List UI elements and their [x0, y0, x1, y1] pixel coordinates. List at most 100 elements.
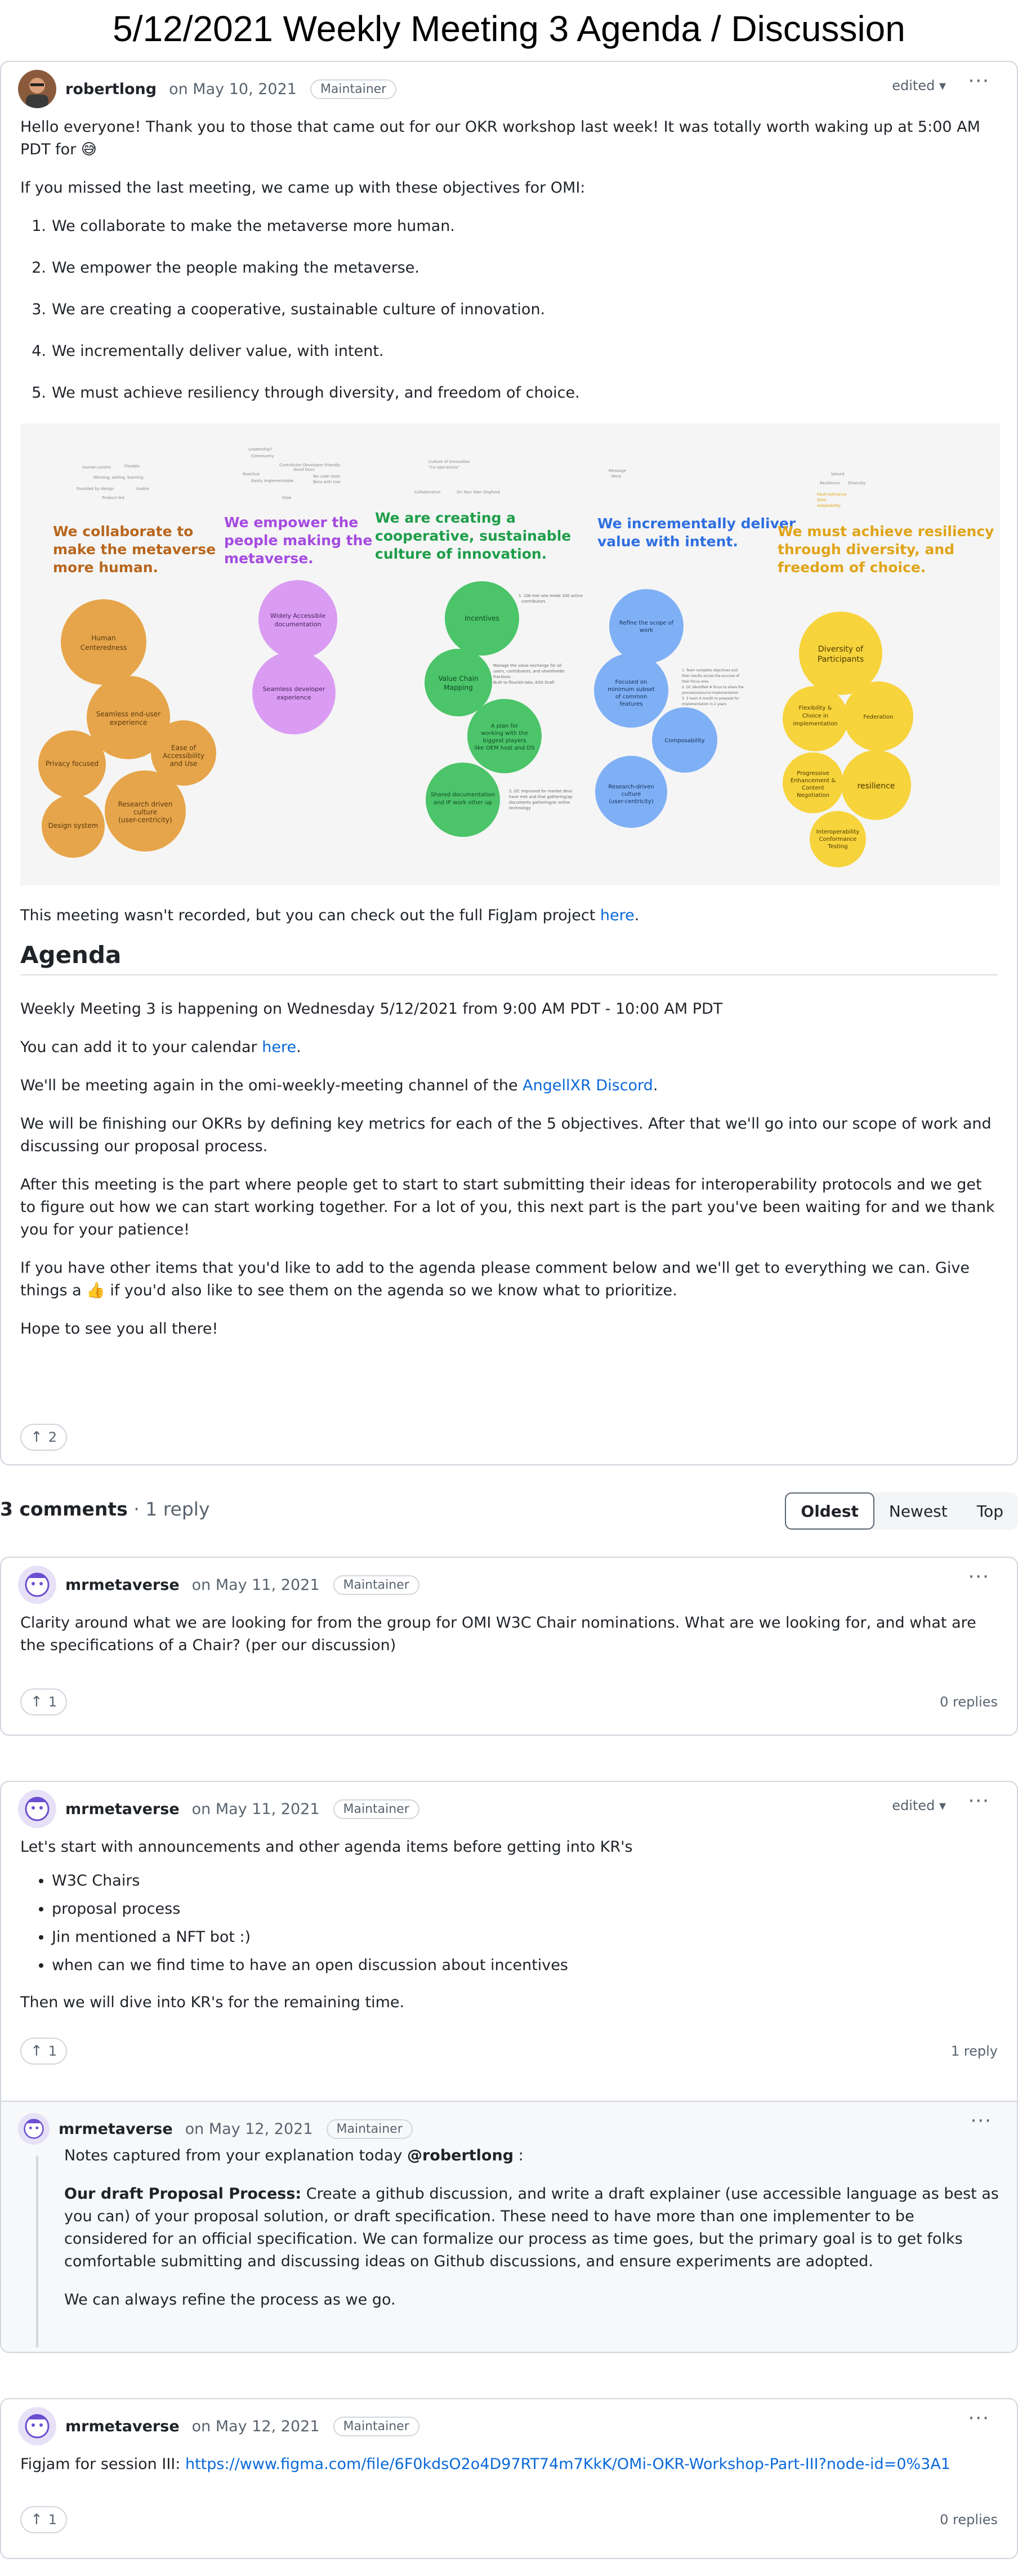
svg-text:Product-led: Product-led — [102, 496, 124, 500]
author-link[interactable]: mrmetaverse — [65, 1576, 180, 1594]
more-options-icon[interactable]: ··· — [968, 2407, 990, 2430]
svg-text:Federation: Federation — [863, 714, 893, 720]
figma-link[interactable]: https://www.figma.com/file/6F0kdsO2o4D97… — [185, 2455, 950, 2473]
replies-count: 0 replies — [940, 1694, 998, 1710]
svg-text:process/resource implementatio: process/resource implementation — [682, 691, 739, 695]
list-item: proposal process — [52, 1898, 998, 1920]
avatar[interactable] — [18, 2113, 50, 2145]
author-link[interactable]: mrmetaverse — [65, 1800, 180, 1818]
svg-text:Enhancement &: Enhancement & — [791, 778, 836, 784]
channel-text: We'll be meeting again in the omi-weekly… — [20, 1077, 658, 1094]
edited-label: edited — [892, 1798, 935, 1813]
comment-date[interactable]: on May 11, 2021 — [192, 1576, 320, 1594]
svg-text:Beta with Use: Beta with Use — [313, 480, 341, 484]
tab-top[interactable]: Top — [962, 1492, 1018, 1530]
upvote-button[interactable]: ↑ 1 — [20, 1688, 68, 1715]
svg-text:experience: experience — [277, 694, 311, 701]
edited-dropdown[interactable]: edited ▾ — [892, 1798, 946, 1813]
hope-text: Hope to see you all there! — [20, 1320, 218, 1338]
svg-text:have met and that gathering/ap: have met and that gathering/ap — [509, 795, 573, 799]
more-options-icon[interactable]: ··· — [968, 70, 990, 92]
upvote-button[interactable]: ↑ 2 — [20, 1424, 68, 1451]
svg-text:We collaborate tomake the meta: We collaborate to make the metaverse more … — [53, 523, 216, 576]
svg-text:biggest players: biggest players — [483, 738, 526, 744]
comment-intro: Let's start with announcements and other… — [20, 1838, 633, 1856]
more-options-icon[interactable]: ··· — [971, 2110, 992, 2132]
svg-text:Privacy focused: Privacy focused — [46, 760, 99, 768]
svg-text:implementation in 2 years: implementation in 2 years — [682, 702, 726, 706]
reply-date[interactable]: on May 12, 2021 — [185, 2120, 313, 2138]
svg-text:technology: technology — [509, 806, 531, 810]
svg-text:Conformance: Conformance — [819, 836, 857, 843]
svg-text:(user-centricity): (user-centricity) — [118, 816, 172, 824]
svg-text:contributors: contributors — [521, 599, 546, 604]
comment-outro: Then we will dive into KR's for the rema… — [20, 1994, 405, 2011]
calendar-link[interactable]: here — [262, 1039, 296, 1056]
avatar[interactable] — [18, 1790, 56, 1828]
avatar[interactable] — [18, 70, 56, 108]
agenda-bullets: W3C Chairs proposal process Jin mentione… — [20, 1870, 998, 1977]
post-date[interactable]: on May 10, 2021 — [169, 81, 297, 98]
avatar[interactable] — [18, 1566, 56, 1604]
svg-text:We must achieve resiliencythro: We must achieve resiliency through divers… — [778, 523, 994, 576]
calendar-text: You can add it to your calendar here. — [20, 1039, 301, 1056]
svg-text:Seamless end-user: Seamless end-user — [96, 710, 160, 718]
comment-header: mrmetaverse on May 11, 2021 Maintainer ·… — [1, 1558, 1017, 1612]
svg-text:Research-driven: Research-driven — [608, 784, 654, 790]
svg-text:like OEM host and DS: like OEM host and DS — [474, 745, 534, 751]
svg-text:2. OC improved for market devs: 2. OC improved for market devs — [509, 789, 573, 794]
svg-text:Community: Community — [251, 454, 274, 458]
replies-count: 1 reply — [950, 2043, 998, 2059]
upvote-button[interactable]: ↑ 1 — [20, 2038, 68, 2065]
comment: mrmetaverse on May 11, 2021 Maintainer e… — [0, 1781, 1018, 2353]
svg-text:Accessibility: Accessibility — [163, 752, 204, 760]
reply-header: mrmetaverse on May 12, 2021 Maintainer ·… — [1, 2102, 1017, 2156]
svg-text:Flexibility &: Flexibility & — [799, 705, 832, 711]
edited-dropdown[interactable]: edited ▾ — [892, 78, 946, 93]
list-item: when can we find time to have an open di… — [52, 1954, 998, 1977]
figjam-board-image[interactable]: Human-centric Flexible Winning, selling, … — [20, 424, 1000, 885]
finishing-text: We will be finishing our OKRs by definin… — [20, 1115, 992, 1155]
comment-text: Figjam for session III: https://www.figm… — [20, 2455, 950, 2473]
svg-text:Incentives: Incentives — [465, 614, 499, 622]
maintainer-badge: Maintainer — [310, 79, 397, 99]
svg-text:Contributor Developer Friendly: Contributor Developer Friendly — [279, 463, 340, 467]
svg-text:Interoperability: Interoperability — [816, 829, 860, 835]
svg-text:Slow: Slow — [282, 496, 292, 500]
discord-link[interactable]: AngellXR Discord — [523, 1077, 653, 1094]
agenda-heading: Agenda — [20, 943, 998, 975]
svg-text:(user-centricity): (user-centricity) — [609, 799, 654, 805]
comment-date[interactable]: on May 11, 2021 — [192, 1800, 320, 1818]
svg-text:Seamless developer: Seamless developer — [262, 685, 325, 693]
more-options-icon[interactable]: ··· — [968, 1790, 990, 1812]
svg-text:culture: culture — [622, 791, 641, 797]
not-recorded-text: This meeting wasn't recorded, but you ca… — [20, 907, 640, 924]
author-link[interactable]: robertlong — [65, 81, 157, 98]
replies-count: 0 replies — [940, 2512, 998, 2528]
comment-text: Clarity around what we are looking for f… — [20, 1614, 976, 1654]
svg-text:Founded by design: Founded by design — [77, 487, 114, 491]
svg-text:experience: experience — [110, 719, 148, 727]
svg-text:We incrementally delivervalue: We incrementally deliver value with inten… — [597, 515, 796, 550]
svg-text:Built to flourish-lake, ESG Dr: Built to flourish-lake, ESG Draft — [493, 680, 555, 685]
svg-text:We empower thepeople making th: We empower the people making the metaverse… — [224, 514, 372, 567]
svg-text:Reactive: Reactive — [243, 472, 260, 476]
avatar[interactable] — [18, 2407, 56, 2445]
more-options-icon[interactable]: ··· — [968, 1566, 990, 1588]
comment-date[interactable]: on May 12, 2021 — [192, 2418, 320, 2435]
figjam-link[interactable]: here — [600, 907, 635, 924]
svg-text:"Co-operatives": "Co-operatives" — [428, 465, 459, 470]
svg-text:Fault-tolerance: Fault-tolerance — [817, 492, 846, 497]
author-link[interactable]: mrmetaverse — [59, 2120, 173, 2138]
reply-body: Notes captured from your explanation tod… — [1, 2145, 1017, 2311]
upvote-button[interactable]: ↑ 1 — [20, 2506, 68, 2533]
comment: mrmetaverse on May 12, 2021 Maintainer ·… — [0, 2398, 1018, 2559]
svg-text:Diversity of: Diversity of — [818, 645, 864, 654]
svg-text:documents gathering/ar online: documents gathering/ar online — [509, 800, 570, 805]
svg-text:working with the: working with the — [481, 730, 528, 737]
tab-oldest[interactable]: Oldest — [785, 1492, 874, 1530]
svg-text:Diversity: Diversity — [848, 481, 865, 485]
tab-newest[interactable]: Newest — [874, 1492, 962, 1530]
author-link[interactable]: mrmetaverse — [65, 2418, 180, 2435]
svg-text:and IP work other up: and IP work other up — [434, 800, 492, 806]
